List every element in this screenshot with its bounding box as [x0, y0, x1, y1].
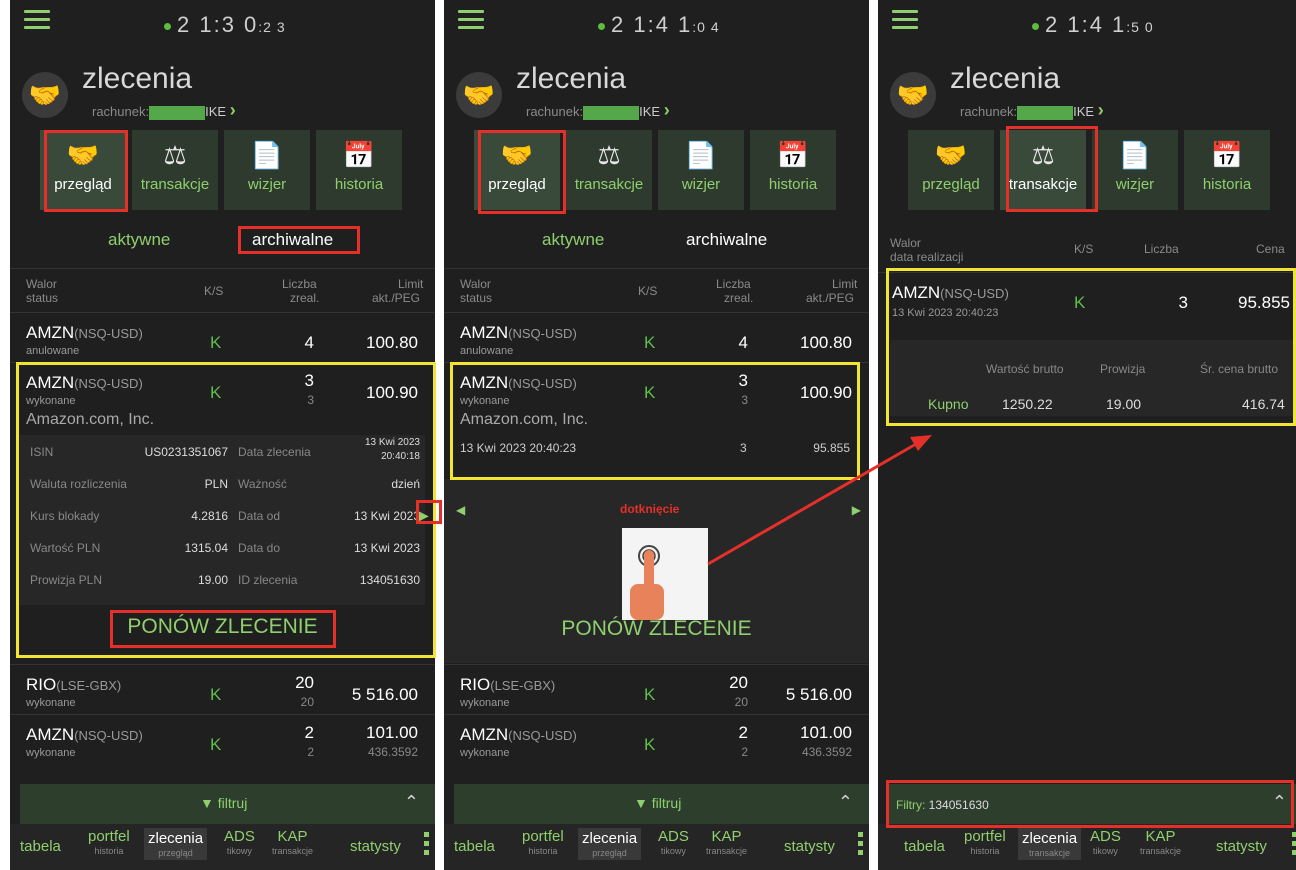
- tap-arrow: [707, 435, 932, 566]
